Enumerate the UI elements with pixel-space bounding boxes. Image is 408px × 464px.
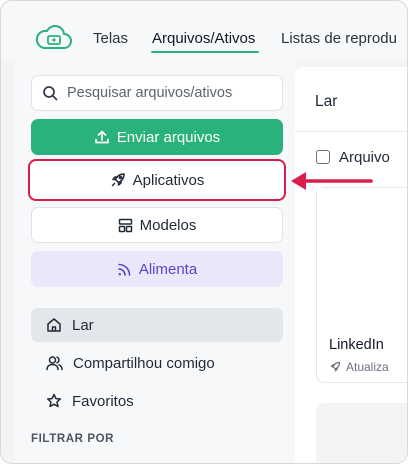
tab-arquivos-ativos[interactable]: Arquivos/Ativos (152, 30, 255, 47)
apps-button[interactable]: Aplicativos (28, 159, 286, 201)
apps-label: Aplicativos (132, 171, 205, 189)
sidebar-item-favorites[interactable]: Favoritos (31, 384, 283, 418)
select-all-checkbox[interactable] (316, 150, 330, 164)
filter-section-label: FILTRAR POR (31, 433, 115, 445)
file-card-thumbnail (317, 188, 407, 318)
rocket-icon (330, 361, 341, 372)
feed-button[interactable]: Alimenta (31, 251, 283, 287)
arrow-left-annotation-icon (291, 172, 373, 190)
top-navigation: Telas Arquivos/Ativos Listas de reprodu (1, 1, 407, 59)
file-card-updated-text: Atualiza (346, 360, 389, 374)
users-icon (46, 356, 63, 371)
file-card-meta: Atualiza (329, 360, 389, 374)
sidebar-item-label: Favoritos (72, 392, 134, 410)
cloud-screen-logo-icon[interactable] (35, 24, 73, 52)
search-icon (43, 86, 58, 101)
page-title: Lar (315, 93, 338, 110)
sidebar-item-home[interactable]: Lar (31, 308, 283, 342)
models-label: Modelos (139, 216, 197, 234)
app-window: Telas Arquivos/Ativos Listas de reprodu … (0, 0, 408, 464)
tab-telas[interactable]: Telas (93, 30, 128, 47)
rocket-icon (111, 173, 125, 187)
upload-files-label: Enviar arquivos (116, 128, 221, 146)
active-tab-underline (151, 51, 259, 53)
file-column-label: Arquivo (339, 149, 390, 166)
file-card-secondary[interactable] (316, 403, 407, 463)
tab-listas-de-reproducao[interactable]: Listas de reprodu (281, 30, 397, 47)
sidebar-item-shared-with-me[interactable]: Compartilhou comigo (31, 346, 283, 380)
search-input[interactable] (67, 85, 267, 101)
file-card-title: LinkedIn (329, 337, 384, 353)
sidebar-item-label: Compartilhou comigo (73, 354, 215, 372)
main-divider (295, 131, 407, 132)
sidebar-item-label: Lar (72, 316, 94, 334)
home-icon (47, 318, 61, 332)
upload-icon (94, 130, 109, 144)
feed-label: Alimenta (138, 260, 198, 278)
search-box[interactable] (31, 75, 283, 111)
layout-template-icon (118, 218, 132, 232)
upload-files-button[interactable]: Enviar arquivos (31, 119, 283, 155)
star-icon (46, 393, 62, 408)
rss-feed-icon (118, 263, 131, 276)
models-button[interactable]: Modelos (31, 207, 283, 243)
